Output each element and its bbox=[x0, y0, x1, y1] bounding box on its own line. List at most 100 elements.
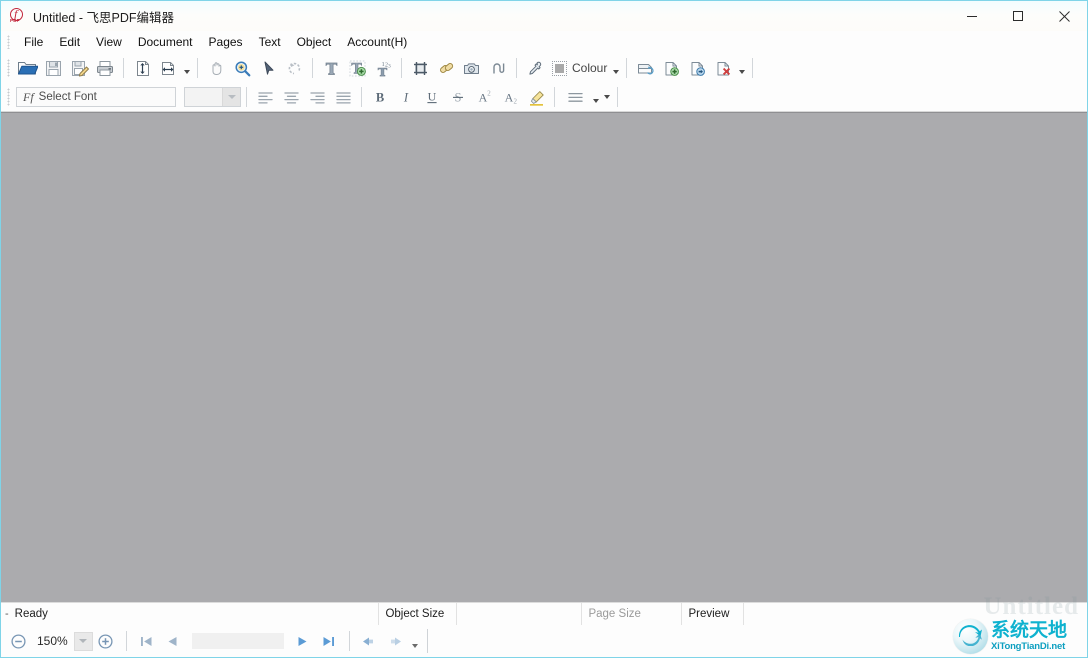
fit-width-icon[interactable] bbox=[155, 55, 181, 81]
font-select-input[interactable]: Ff Select Font bbox=[16, 87, 176, 107]
open-folder-icon[interactable] bbox=[14, 55, 40, 81]
menu-item-text[interactable]: Text bbox=[251, 33, 289, 51]
colour-button[interactable]: Colour bbox=[548, 56, 610, 80]
maximize-icon[interactable] bbox=[995, 1, 1041, 31]
font-size-input[interactable] bbox=[184, 87, 241, 107]
toolbar-separator bbox=[312, 58, 313, 78]
format-separator bbox=[617, 87, 618, 107]
rotate-page-icon[interactable] bbox=[632, 55, 658, 81]
crop-icon[interactable] bbox=[407, 55, 433, 81]
rotate-undo-icon[interactable] bbox=[281, 55, 307, 81]
menu-item-edit[interactable]: Edit bbox=[51, 33, 88, 51]
line-spacing-icon[interactable] bbox=[560, 84, 590, 110]
prev-page-icon[interactable] bbox=[160, 628, 186, 654]
status-page-size-label: Page Size bbox=[582, 603, 682, 625]
strikethrough-icon[interactable]: S bbox=[445, 84, 471, 110]
font-size-dropdown-icon[interactable] bbox=[222, 88, 240, 106]
zoom-magnifier-icon[interactable] bbox=[229, 55, 255, 81]
pdf-logo-icon: f PDF bbox=[9, 8, 26, 25]
print-icon[interactable] bbox=[92, 55, 118, 81]
status-text: Ready bbox=[15, 608, 48, 620]
superscript-icon[interactable]: A 2 bbox=[471, 84, 497, 110]
page-number-input[interactable] bbox=[192, 633, 284, 649]
format-toolbar: Ff Select Font bbox=[1, 83, 1087, 111]
menu-item-document[interactable]: Document bbox=[130, 33, 201, 51]
save-as-icon[interactable] bbox=[66, 55, 92, 81]
align-right-icon[interactable] bbox=[304, 84, 330, 110]
status-bar: - Ready Object Size Page Size Preview bbox=[1, 602, 1087, 625]
fit-height-icon[interactable] bbox=[129, 55, 155, 81]
eyedropper-icon[interactable] bbox=[522, 55, 548, 81]
nav-separator bbox=[126, 631, 127, 651]
svg-text:2: 2 bbox=[513, 97, 517, 105]
zoom-level-value[interactable]: 150% bbox=[31, 634, 72, 648]
line-spacing-dropdown-arrow[interactable] bbox=[590, 84, 601, 110]
font-icon: Ff bbox=[17, 90, 39, 105]
status-spacer bbox=[744, 603, 1087, 625]
align-left-icon[interactable] bbox=[252, 84, 278, 110]
last-page-icon[interactable] bbox=[316, 628, 342, 654]
select-arrow-icon[interactable] bbox=[255, 55, 281, 81]
colour-dropdown-arrow[interactable] bbox=[610, 55, 621, 81]
link-icon[interactable] bbox=[433, 55, 459, 81]
svg-text:B: B bbox=[376, 90, 384, 104]
zoom-dropdown-icon[interactable] bbox=[74, 632, 93, 651]
align-justify-icon[interactable] bbox=[330, 84, 356, 110]
delete-page-icon[interactable] bbox=[710, 55, 736, 81]
format-separator bbox=[361, 87, 362, 107]
toolbar-separator bbox=[626, 58, 627, 78]
save-floppy-icon[interactable] bbox=[40, 55, 66, 81]
nav-separator bbox=[349, 631, 350, 651]
next-page-icon[interactable] bbox=[290, 628, 316, 654]
format-toolbar-gripper[interactable] bbox=[7, 88, 10, 106]
edit-text-icon[interactable] bbox=[318, 55, 344, 81]
menu-item-object[interactable]: Object bbox=[289, 33, 340, 51]
close-icon[interactable] bbox=[1041, 1, 1087, 31]
first-page-icon[interactable] bbox=[134, 628, 160, 654]
draw-path-icon[interactable] bbox=[485, 55, 511, 81]
underline-icon[interactable]: U bbox=[419, 84, 445, 110]
format-separator bbox=[246, 87, 247, 107]
subscript-icon[interactable]: A 2 bbox=[497, 84, 523, 110]
hand-pan-icon[interactable] bbox=[203, 55, 229, 81]
insert-page-icon[interactable] bbox=[658, 55, 684, 81]
extract-page-icon[interactable] bbox=[684, 55, 710, 81]
bold-icon[interactable]: B bbox=[367, 84, 393, 110]
menu-gripper[interactable] bbox=[7, 35, 10, 49]
insert-image-icon[interactable] bbox=[459, 55, 485, 81]
svg-text:U: U bbox=[428, 90, 437, 104]
italic-icon[interactable]: I bbox=[393, 84, 419, 110]
toolbar-separator bbox=[197, 58, 198, 78]
navigation-bar: 150% bbox=[1, 625, 1087, 657]
fit-dropdown-arrow[interactable] bbox=[181, 55, 192, 81]
document-canvas[interactable] bbox=[1, 112, 1087, 602]
toolbar-gripper[interactable] bbox=[7, 59, 10, 77]
application-window: f PDF Untitled - 飞思PDF编辑器 File Edit View… bbox=[0, 0, 1088, 658]
toolbar-separator bbox=[752, 58, 753, 78]
status-object-size-value bbox=[457, 603, 582, 625]
format-overflow-arrow[interactable] bbox=[601, 84, 612, 110]
nav-overflow-arrow[interactable] bbox=[409, 628, 421, 654]
zoom-in-icon[interactable] bbox=[93, 628, 119, 654]
main-toolbar: 1 2 3 bbox=[1, 53, 1087, 83]
window-title: Untitled - 飞思PDF编辑器 bbox=[33, 7, 174, 26]
add-text-icon[interactable] bbox=[344, 55, 370, 81]
font-select-placeholder: Select Font bbox=[39, 91, 97, 103]
svg-text:2: 2 bbox=[487, 90, 491, 98]
menu-item-view[interactable]: View bbox=[88, 33, 130, 51]
highlight-icon[interactable] bbox=[523, 84, 549, 110]
zoom-out-icon[interactable] bbox=[5, 628, 31, 654]
text-order-icon[interactable]: 1 2 3 bbox=[370, 55, 396, 81]
menu-item-account[interactable]: Account(H) bbox=[339, 33, 415, 51]
page-tools-dropdown-arrow[interactable] bbox=[736, 55, 747, 81]
svg-text:3: 3 bbox=[388, 63, 391, 69]
status-preview-label: Preview bbox=[682, 603, 744, 625]
minimize-icon[interactable] bbox=[949, 1, 995, 31]
menu-item-pages[interactable]: Pages bbox=[201, 33, 251, 51]
align-center-icon[interactable] bbox=[278, 84, 304, 110]
colour-swatch-icon bbox=[552, 61, 567, 76]
colour-button-label: Colour bbox=[572, 61, 607, 75]
menu-item-file[interactable]: File bbox=[16, 33, 51, 51]
previous-view-icon[interactable] bbox=[357, 628, 383, 654]
next-view-icon[interactable] bbox=[383, 628, 409, 654]
